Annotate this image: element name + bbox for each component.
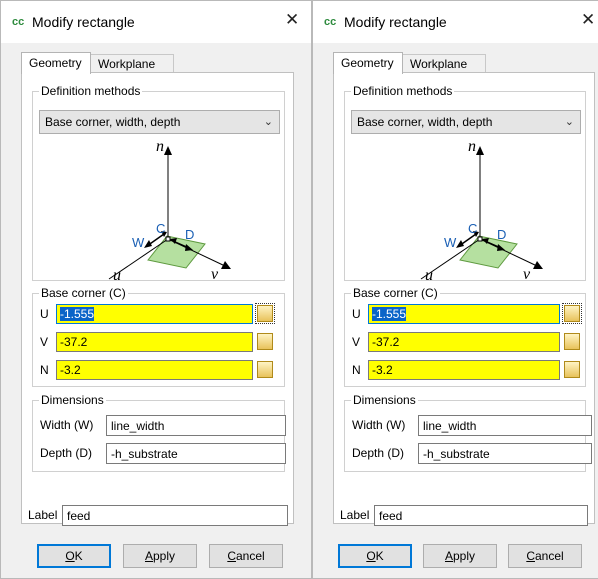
width-input[interactable]: line_width bbox=[418, 415, 592, 436]
u-value: -1.555 bbox=[60, 307, 95, 321]
group-legend: Dimensions bbox=[39, 393, 106, 407]
label-input[interactable]: feed bbox=[374, 505, 588, 526]
lock-icon[interactable] bbox=[564, 361, 580, 378]
cst-app-icon: cc bbox=[324, 16, 336, 28]
v-label: V bbox=[352, 335, 361, 349]
cancel-button[interactable]: Cancel bbox=[209, 544, 283, 568]
depth-input[interactable]: -h_substrate bbox=[418, 443, 592, 464]
close-icon[interactable]: ✕ bbox=[285, 10, 299, 30]
d-label: D bbox=[497, 227, 506, 242]
c-label: C bbox=[468, 221, 477, 236]
v-label: v bbox=[523, 266, 531, 280]
n-label: N bbox=[352, 363, 361, 377]
label-label: Label bbox=[28, 508, 58, 522]
tab-geometry[interactable]: Geometry bbox=[333, 52, 403, 74]
u-field[interactable]: -1.555 bbox=[368, 304, 560, 324]
v-field[interactable]: -37.2 bbox=[368, 332, 560, 352]
base-corner-point bbox=[477, 236, 483, 242]
u-label: U bbox=[352, 307, 361, 321]
v-value: -37.2 bbox=[60, 335, 88, 349]
n-label: n bbox=[468, 140, 476, 155]
apply-button[interactable]: Apply bbox=[423, 544, 497, 568]
width-label: Width (W) bbox=[40, 418, 94, 432]
width-input[interactable]: line_width bbox=[106, 415, 286, 436]
title-bar[interactable]: cc Modify rectangle ✕ bbox=[313, 1, 598, 43]
ok-button[interactable]: OK bbox=[338, 544, 412, 568]
group-legend: Base corner (C) bbox=[39, 286, 128, 300]
n-field[interactable]: -3.2 bbox=[56, 360, 253, 380]
group-legend: Definition methods bbox=[39, 84, 143, 98]
geometry-panel: Definition methods Base corner, width, d… bbox=[21, 72, 294, 526]
v-field[interactable]: -37.2 bbox=[56, 332, 253, 352]
lock-icon[interactable] bbox=[562, 303, 582, 324]
tab-workplane[interactable]: Workplane bbox=[90, 54, 174, 73]
n-value: -3.2 bbox=[372, 363, 393, 377]
dialog-title: Modify rectangle bbox=[344, 14, 447, 30]
dialog-title: Modify rectangle bbox=[32, 14, 135, 30]
rectangle-definition-diagram: n u v C W D bbox=[420, 140, 543, 280]
group-legend: Base corner (C) bbox=[351, 286, 440, 300]
label-label: Label bbox=[340, 508, 370, 522]
w-label: W bbox=[132, 235, 145, 250]
ok-button[interactable]: OK bbox=[37, 544, 111, 568]
close-icon[interactable]: ✕ bbox=[581, 10, 595, 30]
group-legend: Dimensions bbox=[351, 393, 418, 407]
group-legend: Definition methods bbox=[351, 84, 455, 98]
u-label: u bbox=[425, 267, 433, 280]
definition-methods-group: Definition methods Base corner, width, d… bbox=[32, 84, 285, 281]
n-axis-arrow bbox=[476, 146, 484, 155]
select-value: Base corner, width, depth bbox=[45, 115, 181, 129]
n-label: N bbox=[40, 363, 49, 377]
c-label: C bbox=[156, 221, 165, 236]
lock-icon[interactable] bbox=[257, 361, 273, 378]
select-value: Base corner, width, depth bbox=[357, 115, 493, 129]
v-value: -37.2 bbox=[372, 335, 400, 349]
v-label: v bbox=[211, 266, 219, 280]
u-label: u bbox=[113, 267, 121, 280]
tab-workplane[interactable]: Workplane bbox=[402, 54, 486, 73]
depth-label: Depth (D) bbox=[352, 446, 405, 460]
title-bar[interactable]: cc Modify rectangle ✕ bbox=[1, 1, 311, 43]
u-label: U bbox=[40, 307, 49, 321]
cancel-button[interactable]: Cancel bbox=[508, 544, 582, 568]
label-input[interactable]: feed bbox=[62, 505, 288, 526]
modify-rectangle-dialog-left: cc Modify rectangle ✕ Geometry Workplane… bbox=[0, 0, 312, 579]
cst-app-icon: cc bbox=[12, 16, 24, 28]
lock-icon[interactable] bbox=[257, 333, 273, 350]
definition-methods-group: Definition methods Base corner, width, d… bbox=[344, 84, 586, 281]
n-field[interactable]: -3.2 bbox=[368, 360, 560, 380]
dimensions-group: Dimensions Width (W) line_width Depth (D… bbox=[32, 393, 286, 472]
n-label: n bbox=[156, 140, 164, 155]
base-corner-point bbox=[165, 236, 171, 242]
w-label: W bbox=[444, 235, 457, 250]
n-value: -3.2 bbox=[60, 363, 81, 377]
chevron-down-icon: ⌄ bbox=[564, 116, 574, 128]
u-field[interactable]: -1.555 bbox=[56, 304, 253, 324]
depth-input[interactable]: -h_substrate bbox=[106, 443, 286, 464]
definition-method-select[interactable]: Base corner, width, depth ⌄ bbox=[39, 110, 280, 134]
tab-geometry[interactable]: Geometry bbox=[21, 52, 91, 74]
depth-label: Depth (D) bbox=[40, 446, 93, 460]
modify-rectangle-dialog-right: cc Modify rectangle ✕ Geometry Workplane… bbox=[312, 0, 598, 579]
v-label: V bbox=[40, 335, 49, 349]
u-value: -1.555 bbox=[372, 307, 407, 321]
svg-text:cc: cc bbox=[324, 16, 336, 28]
rectangle-definition-diagram: n u v C W D bbox=[108, 140, 231, 280]
geometry-panel: Definition methods Base corner, width, d… bbox=[333, 72, 595, 526]
base-corner-group: Base corner (C) U -1.555 V -37.2 N -3.2 bbox=[344, 286, 586, 387]
lock-icon[interactable] bbox=[255, 303, 275, 324]
apply-button[interactable]: Apply bbox=[123, 544, 197, 568]
dimensions-group: Dimensions Width (W) line_width Depth (D… bbox=[344, 393, 592, 472]
width-label: Width (W) bbox=[352, 418, 406, 432]
d-label: D bbox=[185, 227, 194, 242]
svg-text:cc: cc bbox=[12, 16, 24, 28]
chevron-down-icon: ⌄ bbox=[263, 116, 273, 128]
definition-method-select[interactable]: Base corner, width, depth ⌄ bbox=[351, 110, 581, 134]
n-axis-arrow bbox=[164, 146, 172, 155]
base-corner-group: Base corner (C) U -1.555 V -37.2 N -3.2 bbox=[32, 286, 285, 387]
lock-icon[interactable] bbox=[564, 333, 580, 350]
